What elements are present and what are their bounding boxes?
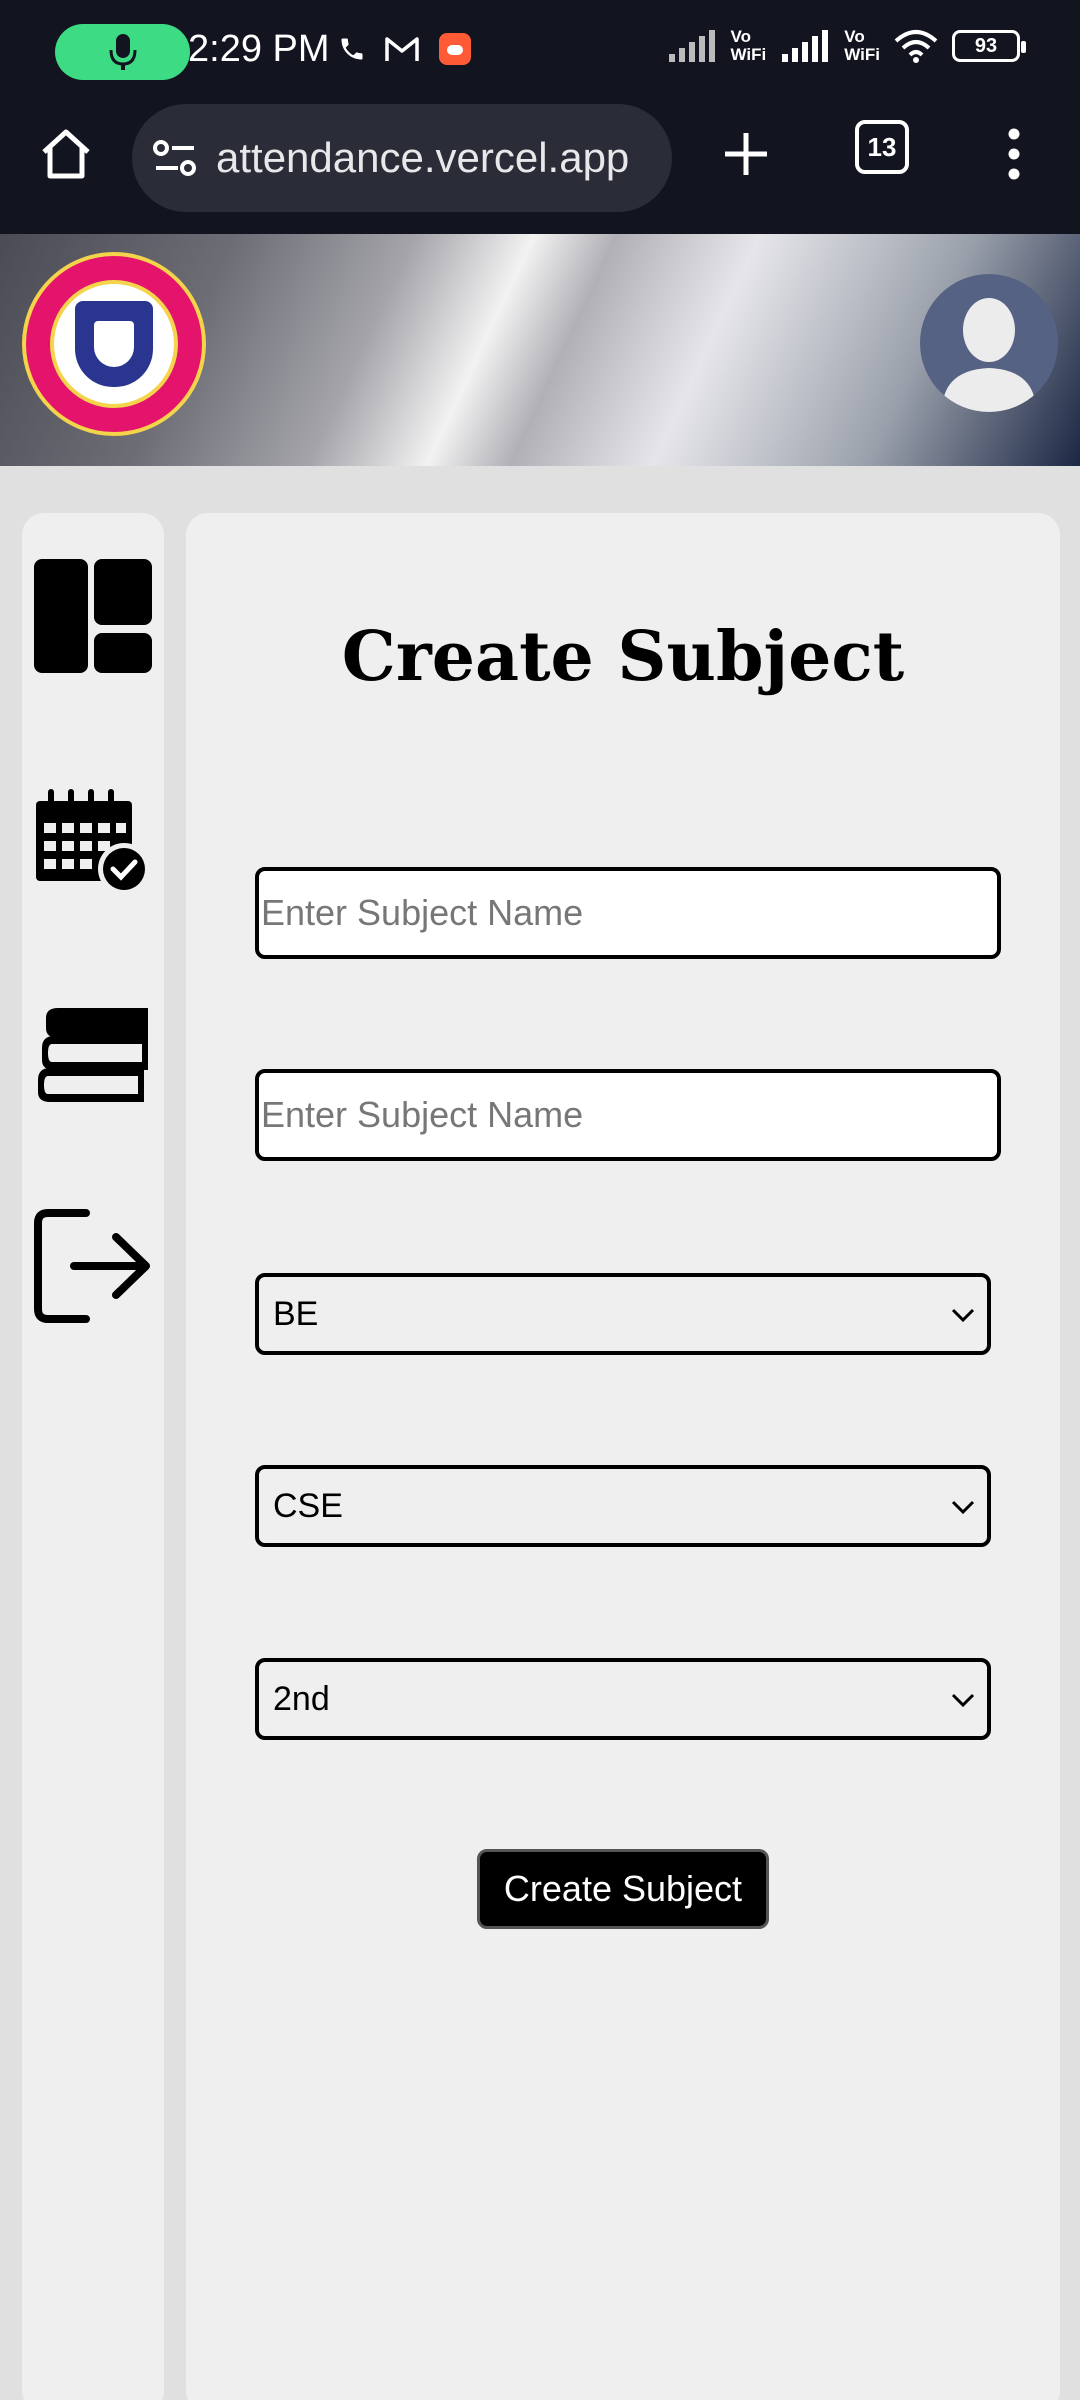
semester-select[interactable]: 2nd [255,1658,991,1740]
gmail-icon [385,37,419,61]
subject-name-input[interactable] [255,867,1001,959]
home-icon [42,129,90,179]
phone-icon [341,38,363,60]
more-vert-icon [1008,128,1020,180]
chevron-down-icon [951,1500,975,1515]
attendance-calendar-icon [36,789,150,895]
status-time: 2:29 PM [188,28,330,70]
plus-icon [725,133,767,175]
mic-icon [109,34,136,70]
user-avatar[interactable] [920,274,1058,412]
app-header [0,234,1080,466]
degree-select-value: BE [273,1294,319,1333]
vowifi-label-2: Vo WiFi [844,27,880,64]
mic-indicator[interactable] [55,24,190,80]
url-text: attendance.vercel.app [216,134,630,181]
site-settings-icon [153,140,196,176]
branch-select-value: CSE [273,1486,343,1525]
tabs-button[interactable]: 13 [855,120,909,174]
chevron-down-icon [951,1693,975,1708]
more-menu-button[interactable] [990,118,1038,190]
logout-icon [34,1209,150,1323]
degree-select[interactable]: BE [255,1273,991,1355]
user-avatar-icon [942,298,1036,412]
status-system-icons: Vo WiFi Vo WiFi 93 [667,27,1026,64]
status-bar: 2:29 PM Vo WiFi Vo WiFi 93 [0,0,1080,100]
browser-toolbar: attendance.vercel.app 13 [0,100,1080,234]
books-icon [38,1008,148,1102]
vowifi-label-1: Vo WiFi [730,27,767,64]
app-notification-icon [439,33,471,65]
home-button[interactable] [30,118,102,190]
signal-icon [668,30,715,62]
dashboard-icon [34,559,152,673]
status-notifications [338,32,472,66]
university-logo [22,252,206,436]
battery-icon: 93 [952,30,1026,62]
new-tab-button[interactable] [710,118,782,190]
subject-code-input[interactable] [255,1069,1001,1161]
sidebar-item-logout[interactable] [34,1207,152,1325]
sidebar-item-dashboard[interactable] [34,557,152,675]
url-bar[interactable]: attendance.vercel.app [132,104,672,212]
sidebar [22,513,164,2400]
signal-icon [782,30,829,62]
sidebar-item-attendance[interactable] [34,783,152,901]
sidebar-item-subjects[interactable] [34,997,152,1115]
wifi-icon [894,30,938,63]
chevron-down-icon [951,1308,975,1323]
create-subject-card: Create Subject BE CSE 2nd Create Subject [186,513,1060,2400]
semester-select-value: 2nd [273,1679,330,1718]
branch-select[interactable]: CSE [255,1465,991,1547]
page-title: Create Subject [341,617,905,697]
create-subject-button[interactable]: Create Subject [477,1849,769,1929]
